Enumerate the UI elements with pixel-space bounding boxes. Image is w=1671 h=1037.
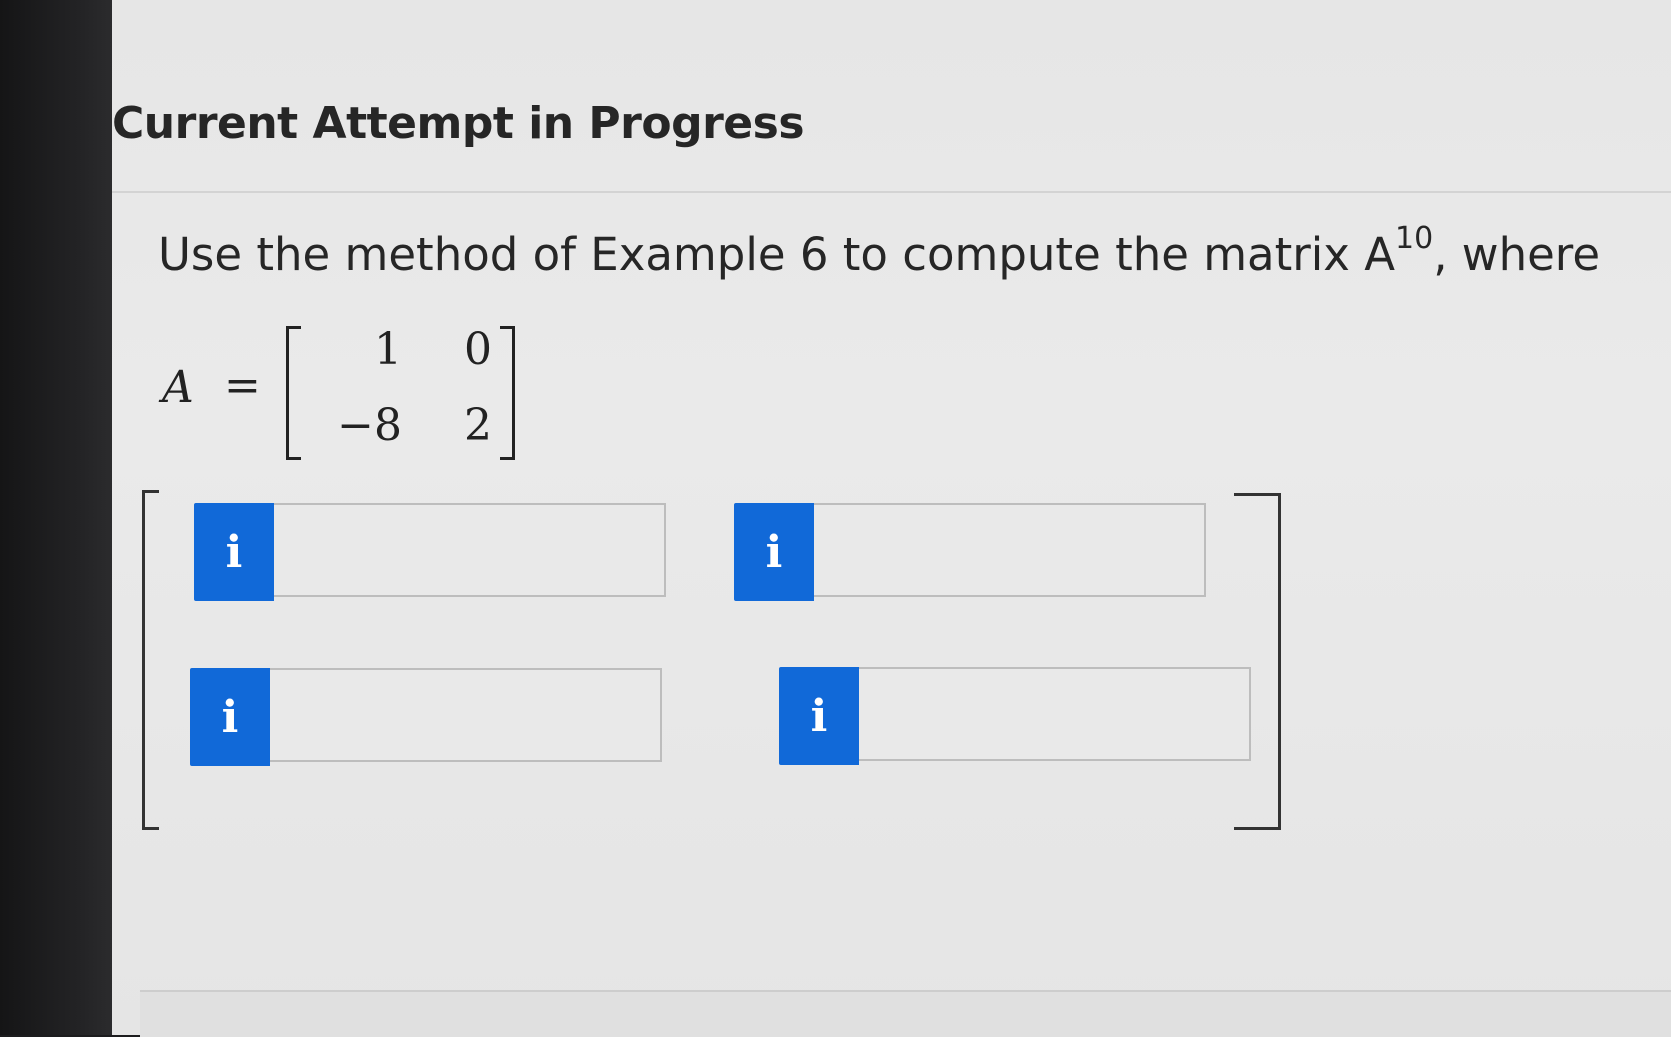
question-exponent: 10 bbox=[1395, 221, 1434, 256]
info-icon[interactable]: i bbox=[734, 503, 814, 601]
answer-right-bracket bbox=[1234, 493, 1281, 830]
right-bracket bbox=[500, 326, 515, 460]
answer-left-bracket bbox=[142, 490, 159, 830]
answer-input-r2c2[interactable] bbox=[859, 667, 1251, 761]
answer-cell-r2c2: i bbox=[779, 667, 1251, 765]
matrix-cell-r1c2: 0 bbox=[464, 324, 492, 375]
answer-input-r1c2[interactable] bbox=[814, 503, 1206, 597]
next-section-panel bbox=[140, 990, 1671, 1037]
divider bbox=[112, 191, 1671, 193]
question-text-before: Use the method of Example 6 to compute t… bbox=[158, 228, 1395, 281]
device-bezel bbox=[0, 0, 112, 1035]
answer-cell-r1c1: i bbox=[194, 503, 666, 601]
answer-input-r1c1[interactable] bbox=[274, 503, 666, 597]
matrix-cell-r2c1: −8 bbox=[337, 400, 402, 451]
answer-cell-r1c2: i bbox=[734, 503, 1206, 601]
info-icon[interactable]: i bbox=[190, 668, 270, 766]
answer-input-r2c1[interactable] bbox=[270, 668, 662, 762]
answer-cell-r2c1: i bbox=[190, 668, 662, 766]
question-text: Use the method of Example 6 to compute t… bbox=[158, 224, 1601, 282]
info-icon[interactable]: i bbox=[779, 667, 859, 765]
page-title: Current Attempt in Progress bbox=[112, 98, 805, 149]
equals-sign: = bbox=[224, 360, 261, 411]
matrix-cell-r2c2: 2 bbox=[464, 400, 492, 451]
info-icon[interactable]: i bbox=[194, 503, 274, 601]
matrix-cell-r1c1: 1 bbox=[374, 324, 402, 375]
matrix-variable: A bbox=[162, 362, 194, 413]
question-text-after: , where bbox=[1433, 228, 1601, 281]
question-screen: Current Attempt in Progress Use the meth… bbox=[112, 0, 1671, 1037]
left-bracket bbox=[286, 326, 301, 460]
